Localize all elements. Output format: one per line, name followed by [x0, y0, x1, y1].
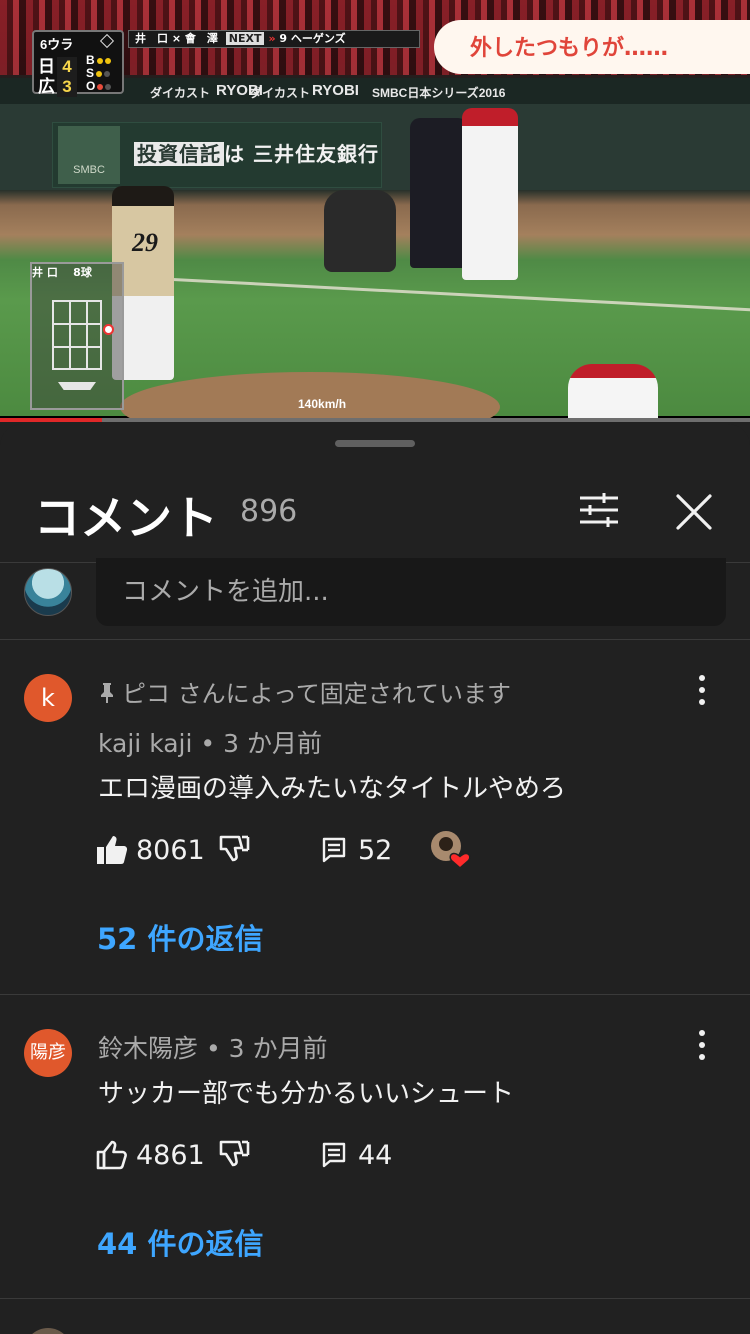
- reply-count: 52: [358, 834, 393, 866]
- author-name[interactable]: kaji kaji: [98, 729, 192, 758]
- drag-handle[interactable]: [335, 440, 415, 447]
- sponsor-text: SMBC日本シリーズ2016: [372, 86, 506, 100]
- pin-icon: [101, 683, 113, 703]
- close-icon[interactable]: [672, 490, 716, 534]
- comment-item: 陽彦 鈴木陽彦 • 3 か月前 サッカー部でも分かるいいシュート 4861 44…: [0, 995, 750, 1295]
- home-plate-icon: [58, 382, 96, 390]
- thumbs-up-filled-icon: [97, 836, 128, 864]
- pitch-speed: 140km/h: [298, 397, 347, 411]
- comment-reply-icon: [322, 837, 346, 863]
- like-count: 8061: [136, 834, 205, 866]
- ad-box-text: 投資信託: [134, 142, 224, 166]
- avatar[interactable]: k: [24, 674, 72, 722]
- jersey-number: 29: [132, 228, 158, 257]
- video-player[interactable]: ダイカスト RYOBI ダイカスト RYOBI SMBC日本シリーズ2016 S…: [0, 0, 750, 420]
- view-replies-link[interactable]: 52 件の返信: [97, 916, 263, 958]
- comment-time: 3 か月前: [228, 1034, 328, 1063]
- comment-reply-icon: [322, 1142, 346, 1168]
- comments-count: 896: [240, 494, 298, 529]
- bank-logo: SMBC: [58, 126, 120, 184]
- comments-title: コメント: [34, 491, 218, 545]
- matchup-bar: 井 口 × 會 澤 NEXT» 9 ヘーゲンズ: [128, 30, 420, 48]
- sponsor-text: ダイカスト: [250, 86, 311, 100]
- next-batter: 9 ヘーゲンズ: [279, 32, 346, 45]
- view-replies-link[interactable]: 44 件の返信: [97, 1221, 263, 1263]
- like-button[interactable]: 4861: [96, 1135, 205, 1175]
- thumbs-up-icon: [96, 1140, 127, 1170]
- video-caption: 外したつもりが……: [434, 20, 750, 74]
- avatar[interactable]: [24, 1328, 72, 1334]
- sponsor-text: ダイカスト: [150, 86, 211, 100]
- comment-actions: 8061 52: [96, 830, 596, 870]
- next-label: NEXT: [225, 32, 265, 45]
- versus: ×: [171, 32, 182, 45]
- comment-text: エロ漫画の導入みたいなタイトルやめろ: [98, 774, 567, 804]
- add-comment-input[interactable]: [96, 558, 726, 626]
- comment-meta: kaji kaji • 3 か月前: [98, 729, 322, 758]
- comment-item: k ピコ さんによって固定されています kaji kaji • 3 か月前 エロ…: [0, 640, 750, 992]
- creator-heart-icon: [431, 831, 471, 869]
- like-button[interactable]: 8061: [96, 830, 205, 870]
- ad-text: 投資信託は 三井住友銀行: [134, 138, 379, 167]
- pitcher-name: 井 口: [135, 32, 168, 45]
- thumbs-down-icon: [219, 835, 250, 862]
- umpire: [410, 118, 468, 268]
- pinned-label: ピコ さんによって固定されています: [98, 674, 511, 709]
- base-indicator-icon: [99, 33, 115, 49]
- reply-button[interactable]: 52: [322, 830, 392, 870]
- thumbs-down-icon: [219, 1140, 250, 1167]
- inning: 6ウラ: [40, 37, 74, 52]
- comment-actions: 4861 44: [96, 1135, 596, 1175]
- filter-sliders-icon[interactable]: [578, 492, 620, 528]
- avatar[interactable]: 陽彦: [24, 1029, 72, 1077]
- runner: [568, 364, 658, 420]
- batter: [462, 108, 518, 280]
- ball-strike-out: B S O: [86, 54, 112, 93]
- dislike-button[interactable]: [218, 830, 250, 870]
- ad-rest-text: は 三井住友銀行: [224, 142, 379, 166]
- pitch-location-icon: [103, 324, 114, 335]
- team-name: 広: [38, 77, 55, 96]
- team-score: 3: [57, 77, 77, 97]
- catcher: [324, 190, 396, 272]
- comment-meta: 鈴木陽彦 • 3 か月前: [98, 1034, 328, 1063]
- comment-time: 3 か月前: [223, 729, 322, 758]
- pitch-info: 井 口 8球: [32, 266, 92, 279]
- dislike-button[interactable]: [218, 1135, 250, 1175]
- strike-zone-grid: [52, 300, 102, 370]
- like-count: 4861: [136, 1139, 205, 1171]
- reply-count: 44: [358, 1139, 393, 1171]
- divider: [0, 1298, 750, 1299]
- score-row: 広3: [38, 72, 77, 97]
- more-options-icon[interactable]: [690, 1027, 714, 1063]
- user-avatar: [24, 568, 72, 616]
- author-name[interactable]: 鈴木陽彦: [98, 1034, 198, 1063]
- batter-name: 會 澤: [184, 32, 218, 45]
- reply-button[interactable]: 44: [322, 1135, 392, 1175]
- comments-sheet: コメント 896 k ピコ さんによって固定されています: [0, 424, 750, 1334]
- progress-fill: [0, 418, 102, 422]
- sponsor-text: RYOBI: [312, 82, 359, 99]
- scoreboard: 6ウラ 日4 広3 B S O: [32, 30, 124, 97]
- video-progress-bar[interactable]: [0, 418, 750, 422]
- more-options-icon[interactable]: [690, 672, 714, 708]
- comment-text: サッカー部でも分かるいいシュート: [98, 1079, 515, 1109]
